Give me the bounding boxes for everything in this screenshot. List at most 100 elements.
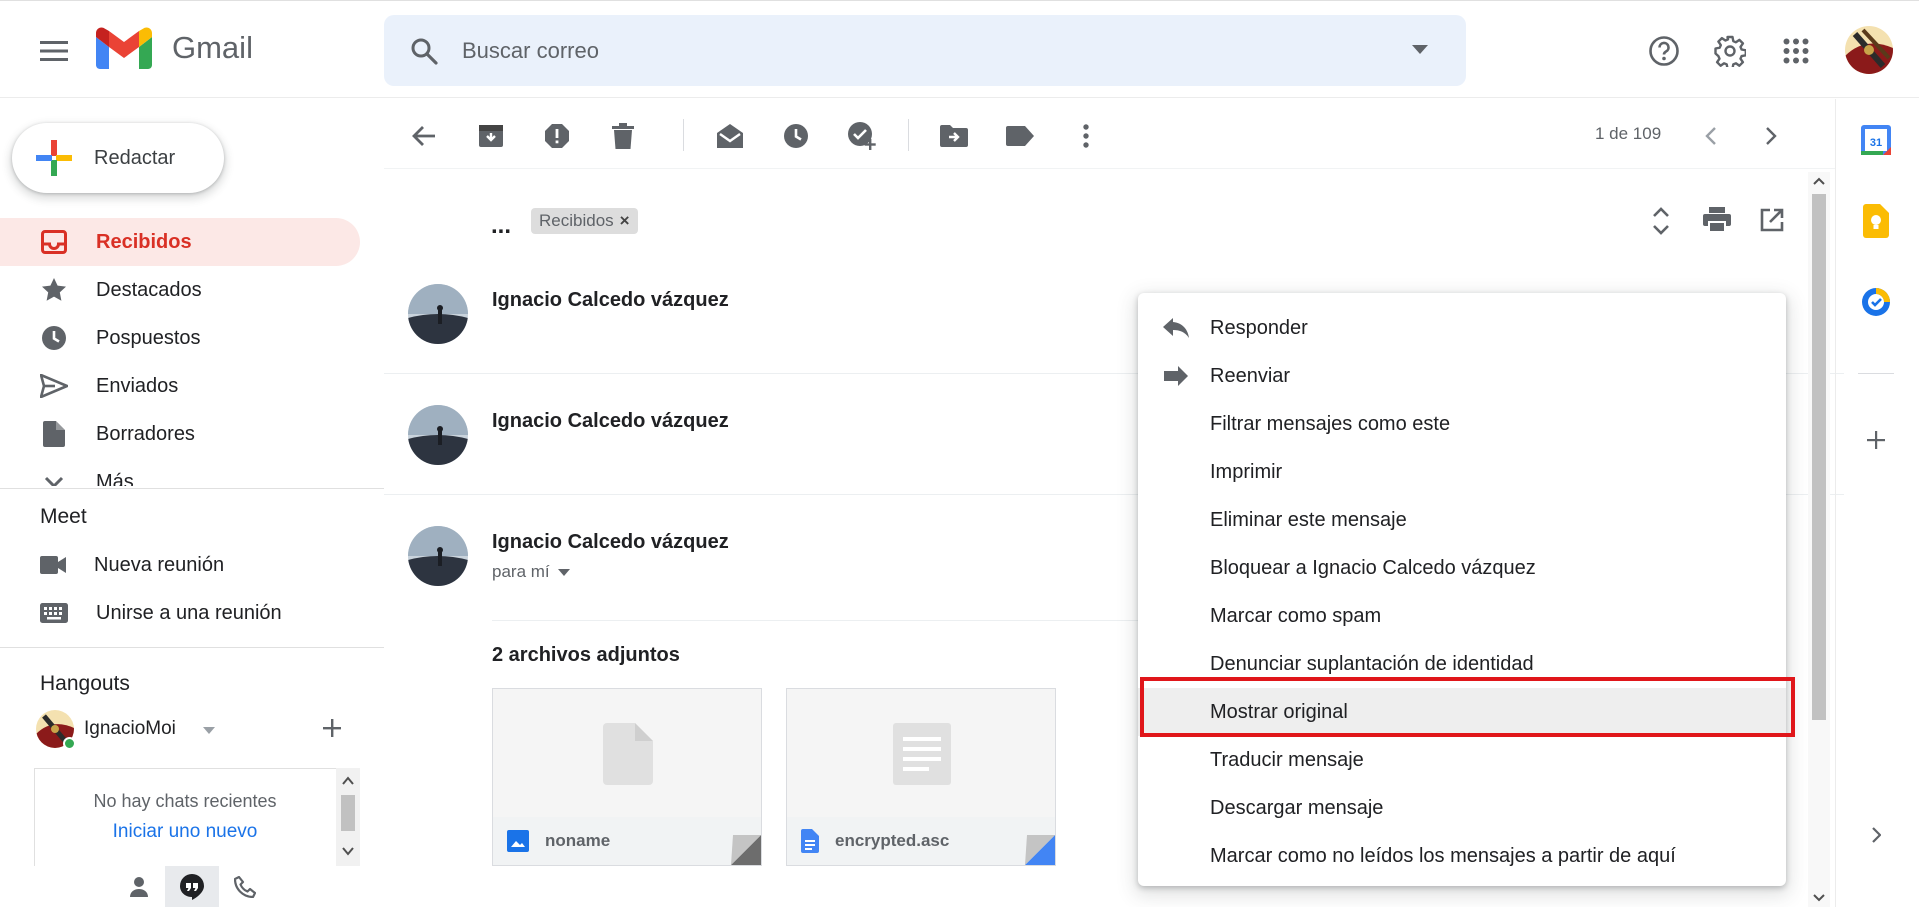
meet-join-meeting[interactable]: Unirse a una reunión (40, 597, 282, 629)
scrollbar-thumb[interactable] (1812, 194, 1826, 720)
help-icon[interactable] (1634, 21, 1694, 81)
star-icon (40, 276, 68, 304)
menu-item-label: Mostrar original (1210, 700, 1348, 723)
move-to-folder-icon[interactable] (934, 116, 974, 156)
sender-avatar[interactable] (408, 526, 468, 586)
sender-name[interactable]: Ignacio Calcedo vázquez (492, 289, 729, 312)
sidebar-divider (0, 647, 384, 648)
calls-tab[interactable] (219, 866, 272, 907)
print-all-icon[interactable] (1703, 207, 1731, 233)
menu-item-block-sender[interactable]: Bloquear a Ignacio Calcedo vázquez (1138, 544, 1786, 592)
menu-item-delete[interactable]: Eliminar este mensaje (1138, 496, 1786, 544)
hangouts-bottom-tabs (112, 866, 272, 907)
top-bar: Gmail (0, 0, 1919, 98)
google-keep-icon[interactable] (1856, 201, 1896, 241)
pagination-count: 1 de 109 (1595, 124, 1662, 143)
add-to-tasks-icon[interactable] (842, 116, 882, 156)
menu-item-label: Marcar como no leídos los mensajes a par… (1210, 844, 1676, 867)
menu-item-translate[interactable]: Traducir mensaje (1138, 736, 1786, 784)
menu-item-filter-similar[interactable]: Filtrar mensajes como este (1138, 400, 1786, 448)
main-scrollbar[interactable] (1808, 172, 1830, 907)
expand-side-panel-chevron-icon[interactable] (1856, 815, 1896, 855)
compose-button[interactable]: Redactar (12, 123, 224, 193)
hangouts-user[interactable]: IgnacioMoi (36, 710, 176, 750)
settings-gear-icon[interactable] (1700, 21, 1760, 81)
menu-item-mark-unread-from-here[interactable]: Marcar como no leídos los mensajes a par… (1138, 832, 1786, 880)
search-icon[interactable] (410, 37, 438, 65)
menu-item-label: Filtrar mensajes como este (1210, 412, 1451, 435)
keyboard-icon (40, 603, 68, 623)
attachment-name: encrypted.asc (835, 831, 950, 850)
status-caret-icon[interactable] (203, 727, 215, 734)
subject-truncated: ... (491, 212, 512, 239)
account-avatar[interactable] (1845, 26, 1893, 74)
snooze-clock-icon[interactable] (776, 116, 816, 156)
attachment-card[interactable]: encrypted.asc (786, 688, 1056, 866)
search-options-caret-icon[interactable] (1412, 45, 1428, 54)
attachment-card[interactable]: noname (492, 688, 762, 866)
sender-avatar[interactable] (408, 284, 468, 344)
sidebar-item-enviados[interactable]: Enviados (0, 362, 360, 410)
open-in-new-window-icon[interactable] (1760, 208, 1784, 232)
new-chat-plus-icon[interactable] (322, 718, 342, 738)
menu-item-report-spam[interactable]: Marcar como spam (1138, 592, 1786, 640)
more-options-vertical-icon[interactable] (1066, 116, 1106, 156)
search-input[interactable] (462, 37, 1362, 64)
sender-avatar[interactable] (408, 405, 468, 465)
attachments-title: 2 archivos adjuntos (492, 644, 680, 666)
recipient-text: para mí (492, 562, 550, 581)
label-chip-text: Recibidos (539, 211, 614, 230)
menu-item-forward[interactable]: Reenviar (1138, 352, 1786, 400)
search-bar[interactable] (384, 15, 1466, 86)
menu-item-reply[interactable]: Responder (1138, 304, 1786, 352)
google-apps-grid-icon[interactable] (1766, 21, 1826, 81)
message-more-options-menu: Responder Reenviar Filtrar mensajes como… (1138, 293, 1786, 886)
menu-item-label: Descargar mensaje (1210, 796, 1384, 819)
gmail-logo[interactable]: Gmail (96, 27, 253, 69)
menu-item-label: Responder (1210, 316, 1308, 339)
mark-unread-icon[interactable] (710, 116, 750, 156)
sidebar-item-borradores[interactable]: Borradores (0, 410, 360, 458)
start-new-chat-link[interactable]: Iniciar uno nuevo (35, 821, 335, 843)
menu-item-download[interactable]: Descargar mensaje (1138, 784, 1786, 832)
chats-tab[interactable] (165, 866, 219, 907)
toolbar-separator (908, 119, 909, 151)
google-tasks-icon[interactable] (1856, 282, 1896, 322)
report-spam-icon[interactable] (537, 116, 577, 156)
contacts-tab[interactable] (112, 866, 165, 907)
scroll-up-arrow-icon (1813, 177, 1825, 185)
person-icon (129, 876, 148, 897)
menu-item-label: Eliminar este mensaje (1210, 508, 1407, 531)
sidebar-item-pospuestos[interactable]: Pospuestos (0, 314, 360, 362)
sidebar-item-mas[interactable]: Más (0, 458, 360, 486)
generic-file-icon (603, 723, 653, 785)
label-tag-icon[interactable] (1000, 116, 1040, 156)
delete-trash-icon[interactable] (603, 116, 643, 156)
meet-new-meeting[interactable]: Nueva reunión (40, 549, 224, 581)
previous-page-chevron-icon[interactable] (1691, 116, 1731, 156)
menu-item-label: Denunciar suplantación de identidad (1210, 652, 1534, 675)
forward-icon (1162, 362, 1190, 390)
online-status-dot (63, 737, 76, 750)
remove-label-close-icon[interactable]: × (620, 211, 630, 231)
menu-item-label: Reenviar (1210, 364, 1291, 387)
attachments-separator (492, 620, 1192, 621)
sidebar-item-label: Destacados (96, 278, 202, 301)
chat-scrollbar[interactable] (336, 768, 360, 866)
sidebar-item-recibidos[interactable]: Recibidos (0, 218, 360, 266)
menu-item-print[interactable]: Imprimir (1138, 448, 1786, 496)
recipient-details[interactable]: para mí (492, 562, 570, 582)
sidebar-item-destacados[interactable]: Destacados (0, 266, 360, 314)
sender-name[interactable]: Ignacio Calcedo vázquez (492, 531, 729, 554)
sender-name[interactable]: Ignacio Calcedo vázquez (492, 410, 729, 433)
next-page-chevron-icon[interactable] (1751, 116, 1791, 156)
back-arrow-icon[interactable] (404, 116, 444, 156)
google-calendar-icon[interactable]: 31 (1856, 120, 1896, 160)
expand-collapse-all-icon[interactable] (1652, 206, 1670, 236)
attachment-corner-fold (731, 835, 761, 865)
archive-icon[interactable] (471, 116, 511, 156)
get-add-ons-plus-icon[interactable] (1856, 420, 1896, 460)
menu-item-report-phishing[interactable]: Denunciar suplantación de identidad (1138, 640, 1786, 688)
menu-item-show-original[interactable]: Mostrar original (1138, 688, 1786, 736)
main-menu-icon[interactable] (24, 21, 84, 81)
